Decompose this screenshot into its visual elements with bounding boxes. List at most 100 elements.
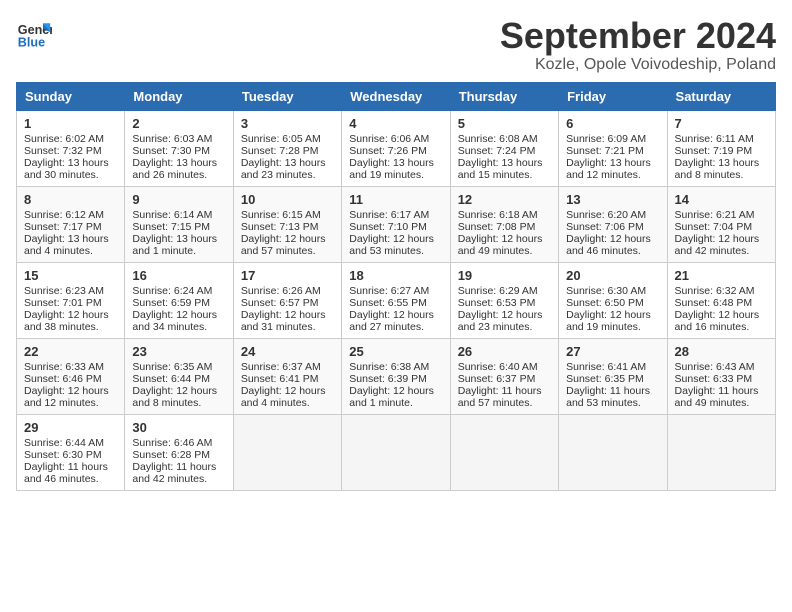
sunset-text: Sunset: 6:41 PM — [241, 373, 319, 385]
sunset-text: Sunset: 6:53 PM — [458, 297, 536, 309]
week-row-4: 22 Sunrise: 6:33 AM Sunset: 6:46 PM Dayl… — [17, 338, 776, 414]
sunset-text: Sunset: 6:50 PM — [566, 297, 644, 309]
header-tuesday: Tuesday — [233, 82, 341, 110]
calendar-cell-4-4 — [450, 414, 558, 490]
daylight-text: Daylight: 13 hours and 1 minute. — [132, 233, 217, 257]
calendar-cell-2-3: 18 Sunrise: 6:27 AM Sunset: 6:55 PM Dayl… — [342, 262, 450, 338]
calendar-cell-2-4: 19 Sunrise: 6:29 AM Sunset: 6:53 PM Dayl… — [450, 262, 558, 338]
daylight-text: Daylight: 11 hours and 42 minutes. — [132, 461, 216, 485]
header-thursday: Thursday — [450, 82, 558, 110]
calendar-cell-1-1: 9 Sunrise: 6:14 AM Sunset: 7:15 PM Dayli… — [125, 186, 233, 262]
sunset-text: Sunset: 7:10 PM — [349, 221, 427, 233]
sunrise-text: Sunrise: 6:02 AM — [24, 133, 104, 145]
sunrise-text: Sunrise: 6:06 AM — [349, 133, 429, 145]
month-title: September 2024 — [500, 16, 776, 56]
sunset-text: Sunset: 7:24 PM — [458, 145, 536, 157]
calendar-cell-0-0: 1 Sunrise: 6:02 AM Sunset: 7:32 PM Dayli… — [17, 110, 125, 186]
sunrise-text: Sunrise: 6:18 AM — [458, 209, 538, 221]
sunset-text: Sunset: 7:01 PM — [24, 297, 102, 309]
week-row-3: 15 Sunrise: 6:23 AM Sunset: 7:01 PM Dayl… — [17, 262, 776, 338]
calendar-cell-4-2 — [233, 414, 341, 490]
sunrise-text: Sunrise: 6:21 AM — [675, 209, 755, 221]
sunrise-text: Sunrise: 6:03 AM — [132, 133, 212, 145]
day-number: 8 — [24, 192, 117, 207]
weekday-header-row: Sunday Monday Tuesday Wednesday Thursday… — [17, 82, 776, 110]
sunset-text: Sunset: 6:57 PM — [241, 297, 319, 309]
sunset-text: Sunset: 7:32 PM — [24, 145, 102, 157]
daylight-text: Daylight: 12 hours and 31 minutes. — [241, 309, 326, 333]
day-number: 26 — [458, 344, 551, 359]
calendar-cell-3-1: 23 Sunrise: 6:35 AM Sunset: 6:44 PM Dayl… — [125, 338, 233, 414]
daylight-text: Daylight: 12 hours and 49 minutes. — [458, 233, 543, 257]
calendar-cell-2-1: 16 Sunrise: 6:24 AM Sunset: 6:59 PM Dayl… — [125, 262, 233, 338]
calendar-cell-0-3: 4 Sunrise: 6:06 AM Sunset: 7:26 PM Dayli… — [342, 110, 450, 186]
calendar-cell-4-1: 30 Sunrise: 6:46 AM Sunset: 6:28 PM Dayl… — [125, 414, 233, 490]
daylight-text: Daylight: 13 hours and 8 minutes. — [675, 157, 760, 181]
sunrise-text: Sunrise: 6:17 AM — [349, 209, 429, 221]
day-number: 22 — [24, 344, 117, 359]
day-number: 17 — [241, 268, 334, 283]
day-number: 12 — [458, 192, 551, 207]
sunset-text: Sunset: 7:30 PM — [132, 145, 210, 157]
daylight-text: Daylight: 12 hours and 57 minutes. — [241, 233, 326, 257]
sunrise-text: Sunrise: 6:11 AM — [675, 133, 754, 145]
daylight-text: Daylight: 12 hours and 46 minutes. — [566, 233, 651, 257]
sunrise-text: Sunrise: 6:43 AM — [675, 361, 755, 373]
calendar-cell-2-6: 21 Sunrise: 6:32 AM Sunset: 6:48 PM Dayl… — [667, 262, 775, 338]
sunrise-text: Sunrise: 6:40 AM — [458, 361, 538, 373]
daylight-text: Daylight: 12 hours and 19 minutes. — [566, 309, 651, 333]
daylight-text: Daylight: 13 hours and 12 minutes. — [566, 157, 651, 181]
day-number: 14 — [675, 192, 768, 207]
calendar-cell-3-0: 22 Sunrise: 6:33 AM Sunset: 6:46 PM Dayl… — [17, 338, 125, 414]
daylight-text: Daylight: 13 hours and 15 minutes. — [458, 157, 543, 181]
daylight-text: Daylight: 12 hours and 8 minutes. — [132, 385, 217, 409]
logo-icon: General Blue — [16, 16, 52, 52]
sunset-text: Sunset: 6:55 PM — [349, 297, 427, 309]
calendar-cell-2-5: 20 Sunrise: 6:30 AM Sunset: 6:50 PM Dayl… — [559, 262, 667, 338]
sunset-text: Sunset: 7:21 PM — [566, 145, 644, 157]
calendar-cell-0-5: 6 Sunrise: 6:09 AM Sunset: 7:21 PM Dayli… — [559, 110, 667, 186]
sunrise-text: Sunrise: 6:09 AM — [566, 133, 646, 145]
sunset-text: Sunset: 6:37 PM — [458, 373, 536, 385]
daylight-text: Daylight: 12 hours and 34 minutes. — [132, 309, 217, 333]
sunset-text: Sunset: 6:44 PM — [132, 373, 210, 385]
daylight-text: Daylight: 11 hours and 53 minutes. — [566, 385, 650, 409]
daylight-text: Daylight: 13 hours and 30 minutes. — [24, 157, 109, 181]
calendar-cell-2-0: 15 Sunrise: 6:23 AM Sunset: 7:01 PM Dayl… — [17, 262, 125, 338]
sunrise-text: Sunrise: 6:15 AM — [241, 209, 321, 221]
day-number: 24 — [241, 344, 334, 359]
location-title: Kozle, Opole Voivodeship, Poland — [500, 56, 776, 74]
day-number: 19 — [458, 268, 551, 283]
daylight-text: Daylight: 13 hours and 19 minutes. — [349, 157, 434, 181]
day-number: 21 — [675, 268, 768, 283]
day-number: 4 — [349, 116, 442, 131]
daylight-text: Daylight: 11 hours and 57 minutes. — [458, 385, 542, 409]
header-wednesday: Wednesday — [342, 82, 450, 110]
logo: General Blue — [16, 16, 52, 52]
day-number: 28 — [675, 344, 768, 359]
sunset-text: Sunset: 6:46 PM — [24, 373, 102, 385]
daylight-text: Daylight: 12 hours and 16 minutes. — [675, 309, 760, 333]
sunset-text: Sunset: 6:39 PM — [349, 373, 427, 385]
day-number: 6 — [566, 116, 659, 131]
calendar-cell-3-4: 26 Sunrise: 6:40 AM Sunset: 6:37 PM Dayl… — [450, 338, 558, 414]
sunrise-text: Sunrise: 6:46 AM — [132, 437, 212, 449]
sunrise-text: Sunrise: 6:26 AM — [241, 285, 321, 297]
calendar-cell-4-5 — [559, 414, 667, 490]
day-number: 13 — [566, 192, 659, 207]
week-row-1: 1 Sunrise: 6:02 AM Sunset: 7:32 PM Dayli… — [17, 110, 776, 186]
day-number: 10 — [241, 192, 334, 207]
svg-text:Blue: Blue — [18, 36, 45, 50]
day-number: 5 — [458, 116, 551, 131]
sunset-text: Sunset: 6:35 PM — [566, 373, 644, 385]
sunrise-text: Sunrise: 6:32 AM — [675, 285, 755, 297]
sunset-text: Sunset: 7:08 PM — [458, 221, 536, 233]
sunset-text: Sunset: 6:48 PM — [675, 297, 753, 309]
header-saturday: Saturday — [667, 82, 775, 110]
sunset-text: Sunset: 7:13 PM — [241, 221, 319, 233]
daylight-text: Daylight: 11 hours and 46 minutes. — [24, 461, 108, 485]
sunset-text: Sunset: 6:30 PM — [24, 449, 102, 461]
calendar-cell-0-6: 7 Sunrise: 6:11 AM Sunset: 7:19 PM Dayli… — [667, 110, 775, 186]
daylight-text: Daylight: 12 hours and 23 minutes. — [458, 309, 543, 333]
calendar-cell-2-2: 17 Sunrise: 6:26 AM Sunset: 6:57 PM Dayl… — [233, 262, 341, 338]
